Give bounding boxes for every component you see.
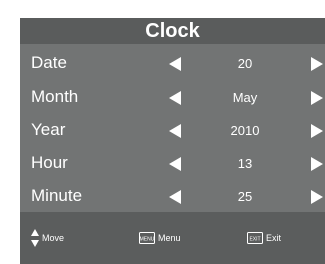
svg-text:EXIT: EXIT [249,237,260,243]
row-value: May [232,90,258,105]
row-label: Year [31,120,66,139]
increase-arrow-icon[interactable] [311,157,323,171]
increase-arrow-icon[interactable] [311,124,323,138]
svg-text:MENU: MENU [140,237,155,243]
panel-title: Clock [20,18,325,44]
exit-key-icon: EXIT [247,232,263,244]
decrease-arrow-icon[interactable] [169,124,181,138]
exit-hint: EXIT Exit [247,228,307,248]
increase-arrow-icon[interactable] [311,190,323,204]
menu-key-icon: MENU [139,232,155,244]
row-minute[interactable]: Minute 25 [20,179,325,213]
row-label: Hour [31,153,68,172]
move-label: Move [42,233,65,243]
key-hint-bar: Move MENU Menu EXIT Exit [20,212,325,264]
row-value: 13 [237,156,253,171]
row-value: 25 [237,189,253,204]
increase-arrow-icon[interactable] [311,57,323,71]
row-label: Minute [31,186,83,205]
up-down-arrows-icon [30,228,40,248]
increase-arrow-icon[interactable] [311,91,323,105]
row-date[interactable]: Date 20 [20,46,325,80]
exit-label: Exit [266,233,282,243]
row-label: Month [31,87,79,106]
row-hour[interactable]: Hour 13 [20,146,325,180]
menu-label: Menu [158,233,181,243]
decrease-arrow-icon[interactable] [169,157,181,171]
row-month[interactable]: Month May [20,80,325,114]
row-year[interactable]: Year 2010 [20,113,325,147]
row-value: 2010 [230,123,260,138]
menu-hint: MENU Menu [139,228,209,248]
clock-osd-panel: Clock Date 20 Month May Year 2010 Hour 1… [20,18,325,264]
row-value: 20 [237,56,253,71]
decrease-arrow-icon[interactable] [169,190,181,204]
move-hint: Move [30,228,90,248]
row-label: Date [31,53,67,72]
decrease-arrow-icon[interactable] [169,91,181,105]
decrease-arrow-icon[interactable] [169,57,181,71]
